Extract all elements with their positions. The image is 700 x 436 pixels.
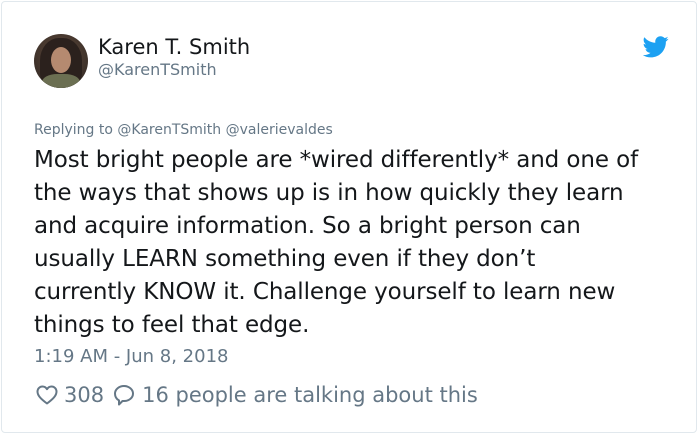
avatar[interactable] [34, 34, 88, 88]
user-handle[interactable]: @KarenTSmith [98, 60, 217, 80]
heart-icon[interactable] [35, 383, 59, 407]
speech-bubble-icon[interactable] [112, 383, 136, 407]
display-name[interactable]: Karen T. Smith [98, 34, 250, 60]
conversation-link[interactable]: 16 people are talking about this [142, 383, 478, 407]
tweet-card: Karen T. Smith @KarenTSmith Replying to … [1, 1, 697, 433]
tweet-text: Most bright people are *wired differentl… [34, 147, 639, 338]
avatar-face [51, 47, 71, 73]
tweet-actions: 308 16 people are talking about this [35, 381, 478, 409]
like-count[interactable]: 308 [64, 383, 104, 407]
timestamp[interactable]: 1:19 AM - Jun 8, 2018 [34, 346, 228, 368]
twitter-bird-icon[interactable] [643, 36, 669, 58]
avatar-shirt [42, 74, 80, 88]
replying-to[interactable]: Replying to @KarenTSmith @valerievaldes [34, 121, 333, 139]
